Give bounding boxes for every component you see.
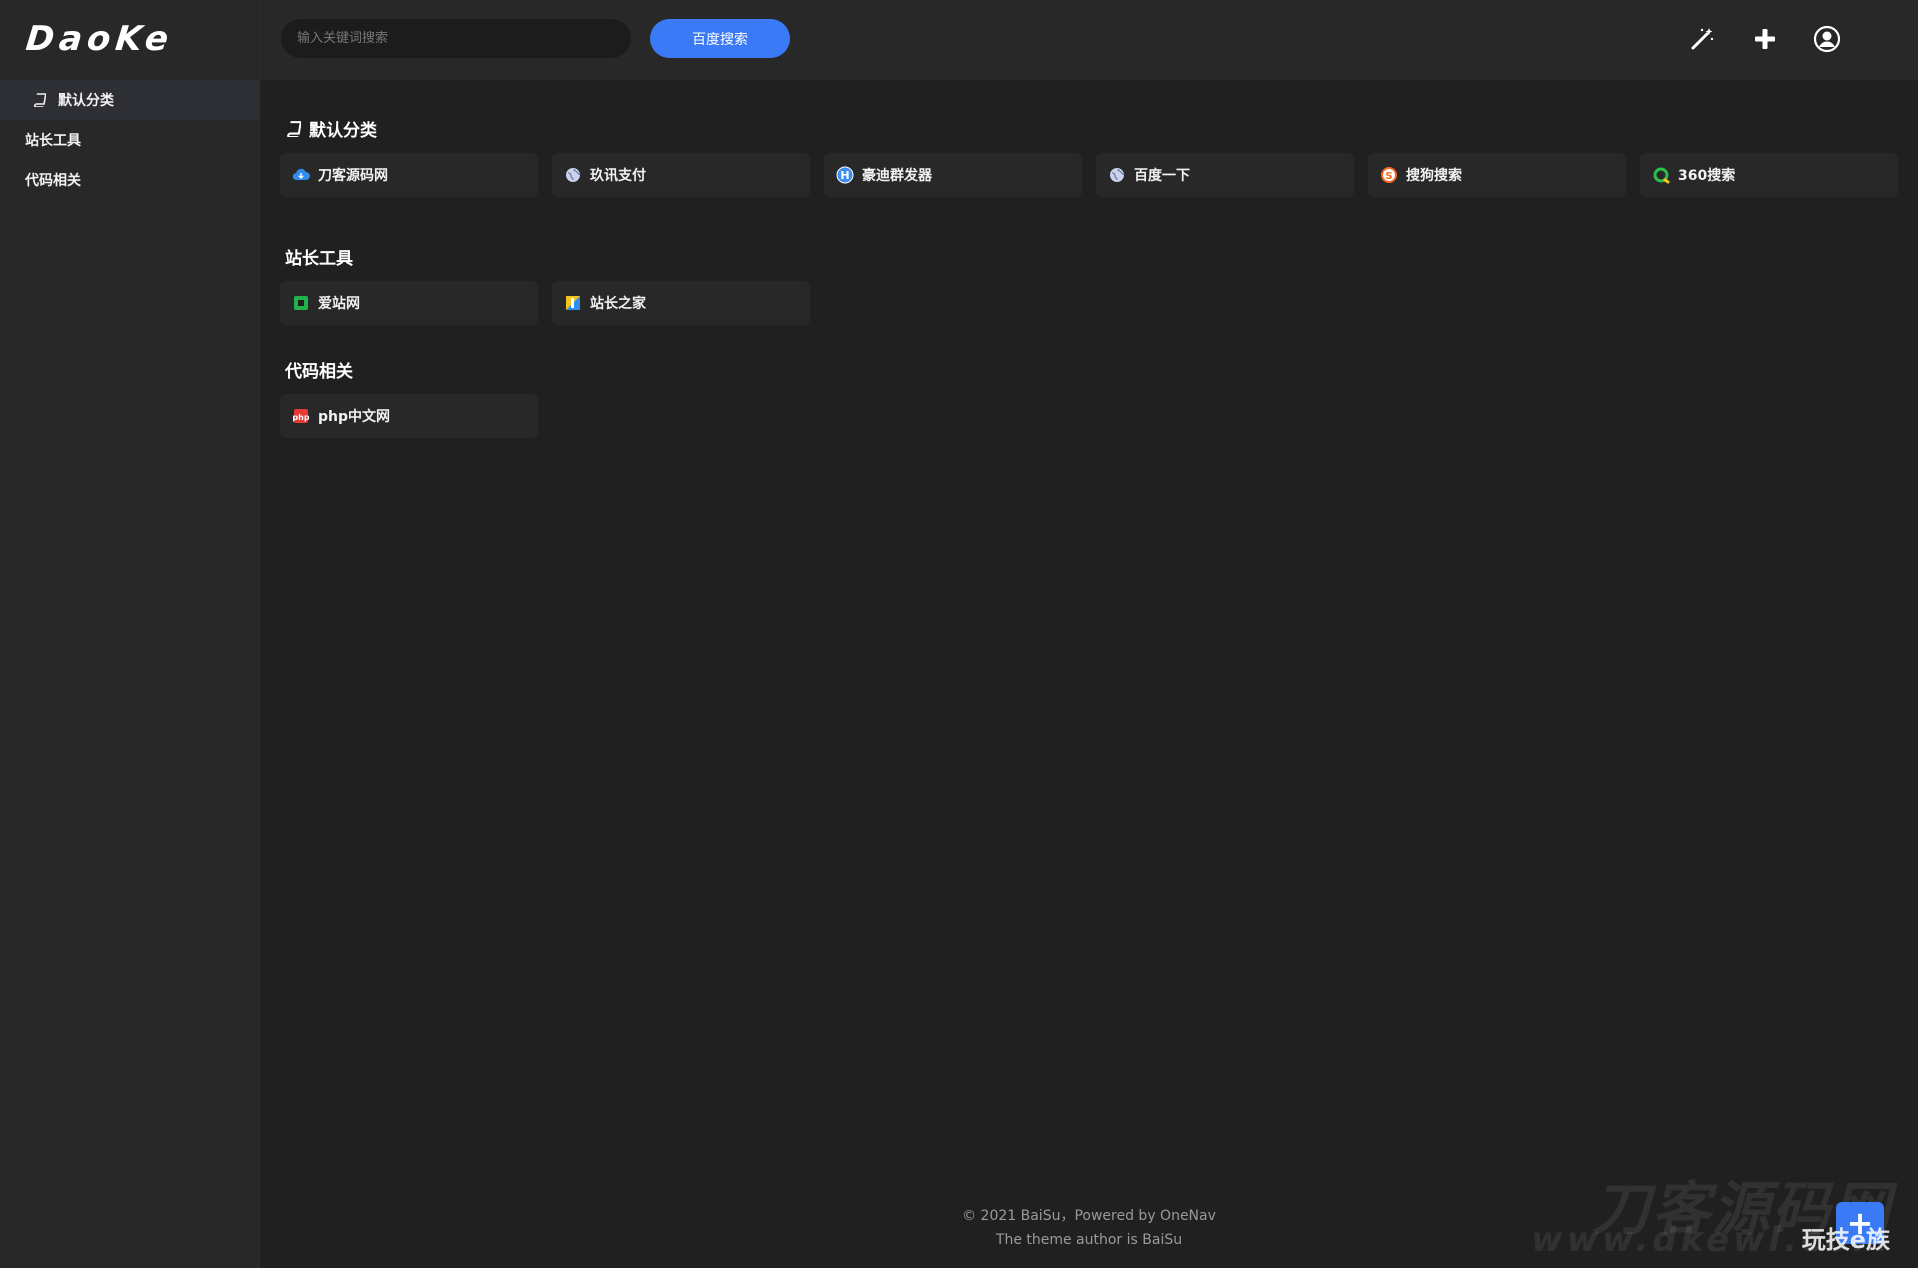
link-card-360[interactable]: 360搜索 bbox=[1640, 153, 1898, 197]
sidebar-item-label: 默认分类 bbox=[58, 93, 114, 109]
link-card-daoke[interactable]: 刀客源码网 bbox=[280, 153, 538, 197]
top-header: 百度搜索 bbox=[260, 0, 1918, 80]
php-icon: php bbox=[292, 407, 310, 425]
book-icon bbox=[285, 120, 301, 137]
link-card-label: 搜狗搜索 bbox=[1406, 168, 1462, 184]
link-card-chinaz[interactable]: 站长之家 bbox=[552, 281, 810, 325]
footer: © 2021 BaiSu，Powered by OneNav The theme… bbox=[260, 1204, 1918, 1252]
sidebar-item-webmaster-tools[interactable]: 站长工具 bbox=[0, 120, 259, 160]
category-title-webmaster-tools: 站长工具 bbox=[285, 244, 353, 269]
link-card-haodi[interactable]: H 豪迪群发器 bbox=[824, 153, 1082, 197]
link-card-label: 百度一下 bbox=[1134, 168, 1190, 184]
svg-text:S: S bbox=[1385, 171, 1392, 182]
sogou-icon: S bbox=[1380, 166, 1398, 184]
cloud-icon bbox=[292, 166, 310, 184]
link-card-aizhan[interactable]: 爱站网 bbox=[280, 281, 538, 325]
h-badge-icon: H bbox=[836, 166, 854, 184]
aizhan-icon bbox=[292, 294, 310, 312]
link-card-php-cn[interactable]: php php中文网 bbox=[280, 394, 538, 438]
sidebar-item-label: 站长工具 bbox=[25, 133, 81, 149]
footer-copyright: © 2021 BaiSu，Powered by OneNav bbox=[962, 1208, 1216, 1224]
user-circle-icon[interactable] bbox=[1812, 24, 1842, 54]
link-card-label: 爱站网 bbox=[318, 296, 360, 312]
globe-icon bbox=[1108, 166, 1126, 184]
search-input[interactable] bbox=[281, 19, 631, 58]
sidebar-item-label: 代码相关 bbox=[25, 173, 81, 189]
logo[interactable]: DaoKe bbox=[0, 0, 263, 78]
link-card-jiuxun-pay[interactable]: 玖讯支付 bbox=[552, 153, 810, 197]
link-card-sogou[interactable]: S 搜狗搜索 bbox=[1368, 153, 1626, 197]
main-content: 默认分类 刀客源码网 玖讯支付 H 豪迪群发器 百度一下 S 搜狗搜索 360搜… bbox=[260, 80, 1918, 1268]
sidebar-nav: 默认分类 站长工具 代码相关 bbox=[0, 80, 259, 200]
category-title-default: 默认分类 bbox=[285, 116, 377, 141]
link-card-label: 360搜索 bbox=[1678, 168, 1736, 184]
globe-icon bbox=[564, 166, 582, 184]
link-card-label: php中文网 bbox=[318, 409, 391, 425]
book-icon bbox=[32, 93, 46, 107]
magic-wand-icon[interactable] bbox=[1687, 24, 1717, 54]
baidu-search-button[interactable]: 百度搜索 bbox=[650, 19, 790, 58]
link-card-baidu[interactable]: 百度一下 bbox=[1096, 153, 1354, 197]
chinaz-icon bbox=[564, 294, 582, 312]
app-root: DaoKe 默认分类 站长工具 代码相关 百度搜索 bbox=[0, 0, 1918, 1268]
svg-text:H: H bbox=[840, 169, 849, 182]
sidebar-item-code[interactable]: 代码相关 bbox=[0, 160, 259, 200]
plus-icon[interactable] bbox=[1750, 24, 1780, 54]
sidebar-item-default[interactable]: 默认分类 bbox=[0, 80, 259, 120]
category-title-code: 代码相关 bbox=[285, 357, 353, 382]
sidebar: DaoKe 默认分类 站长工具 代码相关 bbox=[0, 0, 260, 1268]
category-title-text: 站长工具 bbox=[285, 249, 353, 269]
footer-theme-author: The theme author is BaiSu bbox=[995, 1232, 1183, 1248]
category-title-text: 代码相关 bbox=[285, 362, 353, 382]
link-card-label: 站长之家 bbox=[590, 296, 646, 312]
svg-text:php: php bbox=[293, 413, 309, 422]
category-title-text: 默认分类 bbox=[309, 121, 377, 141]
link-card-label: 刀客源码网 bbox=[318, 168, 388, 184]
360-icon bbox=[1652, 166, 1670, 184]
link-card-label: 玖讯支付 bbox=[590, 168, 646, 184]
link-card-label: 豪迪群发器 bbox=[862, 168, 932, 184]
